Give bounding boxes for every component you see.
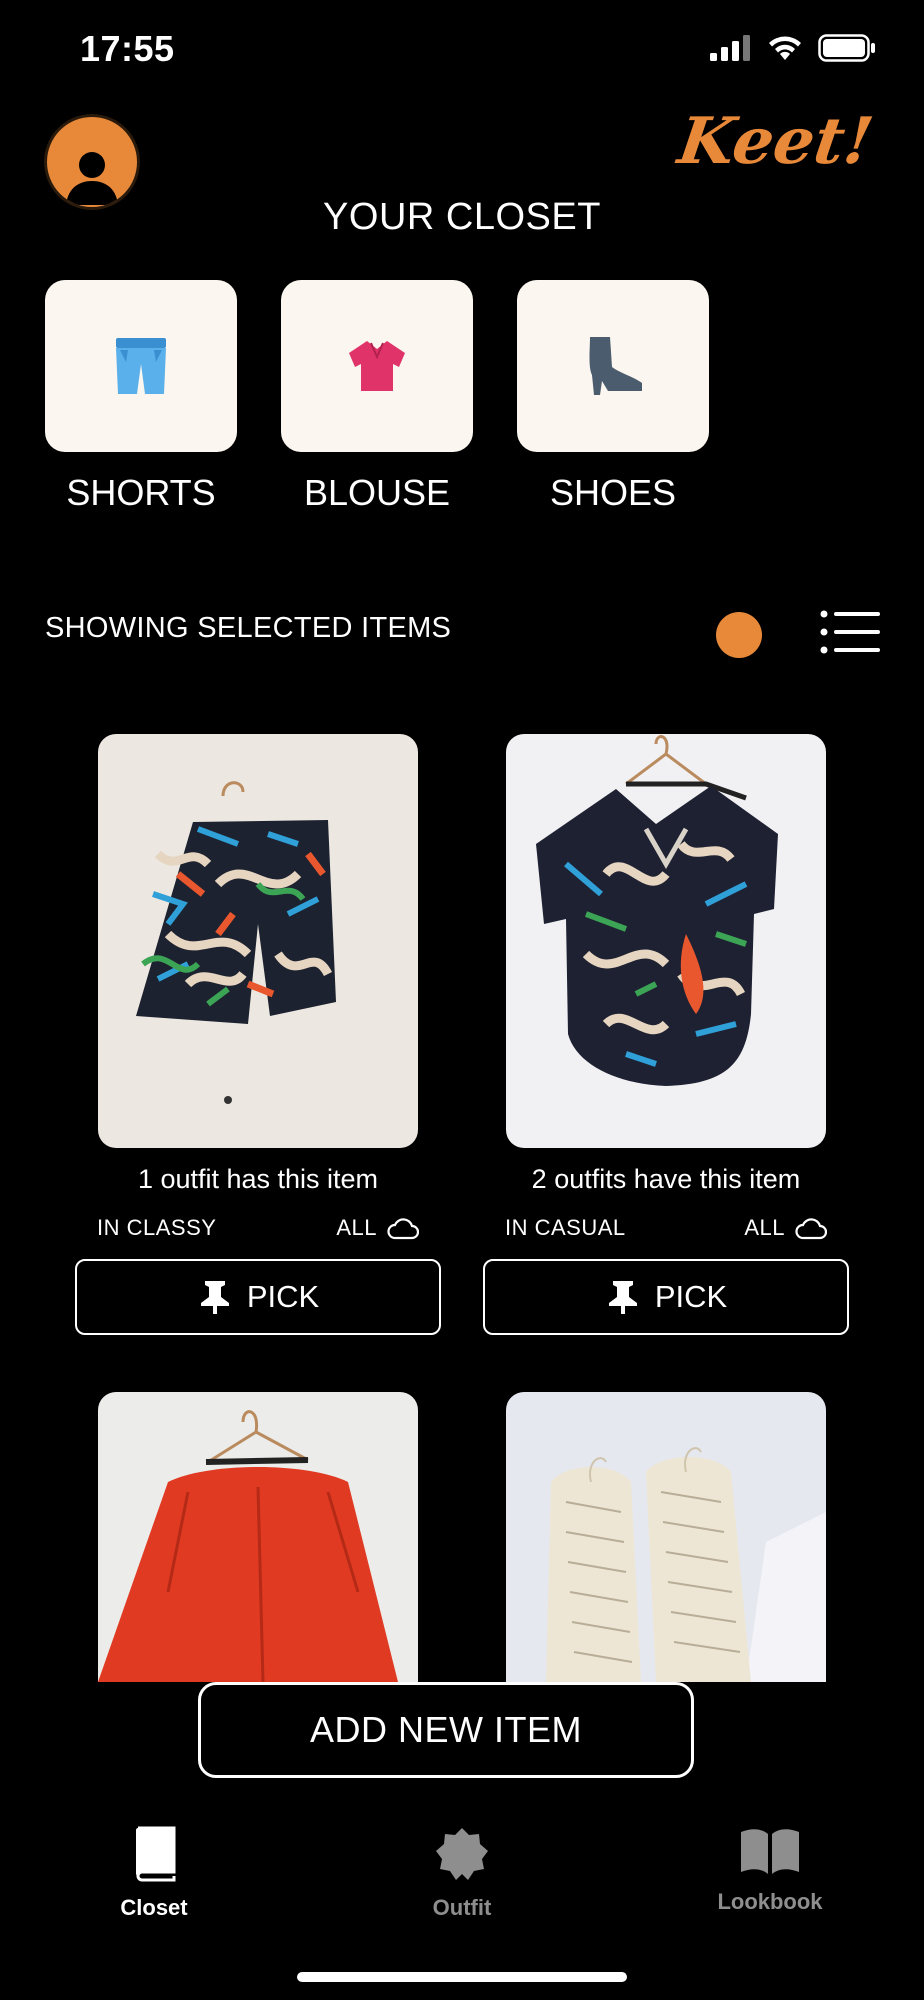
add-new-item-label: ADD NEW ITEM	[310, 1709, 582, 1750]
item-photo-pants[interactable]	[98, 1392, 418, 1682]
item-collection: IN CLASSY	[97, 1215, 217, 1240]
pick-button[interactable]: PICK	[75, 1259, 441, 1335]
page-title: YOUR CLOSET	[323, 196, 601, 238]
showing-selected-label: SHOWING SELECTED ITEMS	[45, 612, 452, 644]
filter-indicator-dot[interactable]	[716, 612, 762, 658]
item-photo-boots[interactable]	[506, 1392, 826, 1682]
item-season: ALL	[744, 1215, 785, 1240]
closet-item: 1 outfit has this item IN CLASSY ALL PIC…	[75, 734, 441, 1335]
tab-lookbook[interactable]: Lookbook	[700, 1826, 840, 1915]
category-shorts[interactable]: SHORTS	[45, 280, 237, 514]
boot-icon	[589, 337, 642, 395]
book-icon	[136, 1826, 176, 1882]
category-blouse[interactable]: BLOUSE	[281, 280, 473, 514]
battery-icon	[818, 34, 875, 62]
tab-label: Closet	[120, 1895, 188, 1920]
item-outfit-count: 2 outfits have this item	[531, 1164, 801, 1194]
item-collection: IN CASUAL	[505, 1215, 626, 1240]
tab-closet[interactable]: Closet	[84, 1826, 224, 1921]
signal-icon	[710, 35, 750, 61]
category-card[interactable]	[281, 280, 473, 452]
cloud-icon	[795, 1218, 827, 1240]
category-label: SHOES	[549, 472, 677, 513]
category-label: BLOUSE	[303, 472, 451, 513]
category-label: SHORTS	[66, 472, 216, 513]
item-outfit-count: 1 outfit has this item	[137, 1164, 379, 1194]
pin-icon	[608, 1281, 637, 1314]
blouse-icon	[349, 341, 405, 391]
category-shoes[interactable]: SHOES	[517, 280, 709, 514]
home-indicator[interactable]	[297, 1972, 627, 1982]
list-view-icon[interactable]	[820, 610, 880, 654]
brand-logo: Keet!	[673, 104, 878, 179]
tab-label: Outfit	[432, 1895, 492, 1920]
wifi-icon	[769, 36, 801, 60]
outfit-icon	[436, 1828, 488, 1880]
category-card[interactable]	[45, 280, 237, 452]
pin-icon	[200, 1281, 229, 1314]
closet-item: 2 outfits have this item IN CASUAL ALL P…	[483, 734, 849, 1335]
pick-label: PICK	[246, 1279, 320, 1314]
tab-label: Lookbook	[717, 1889, 823, 1914]
status-icons	[710, 34, 876, 62]
status-time: 17:55	[80, 28, 175, 69]
add-new-item-button[interactable]: ADD NEW ITEM	[198, 1682, 694, 1778]
shorts-icon	[116, 338, 166, 394]
tab-outfit[interactable]: Outfit	[392, 1826, 532, 1921]
item-photo-blouse[interactable]	[506, 734, 826, 1148]
item-season: ALL	[336, 1215, 377, 1240]
pick-button[interactable]: PICK	[483, 1259, 849, 1335]
item-photo-shorts[interactable]	[98, 734, 418, 1148]
cloud-icon	[387, 1218, 419, 1240]
pick-label: PICK	[654, 1279, 728, 1314]
open-book-icon	[741, 1829, 799, 1874]
category-card[interactable]	[517, 280, 709, 452]
